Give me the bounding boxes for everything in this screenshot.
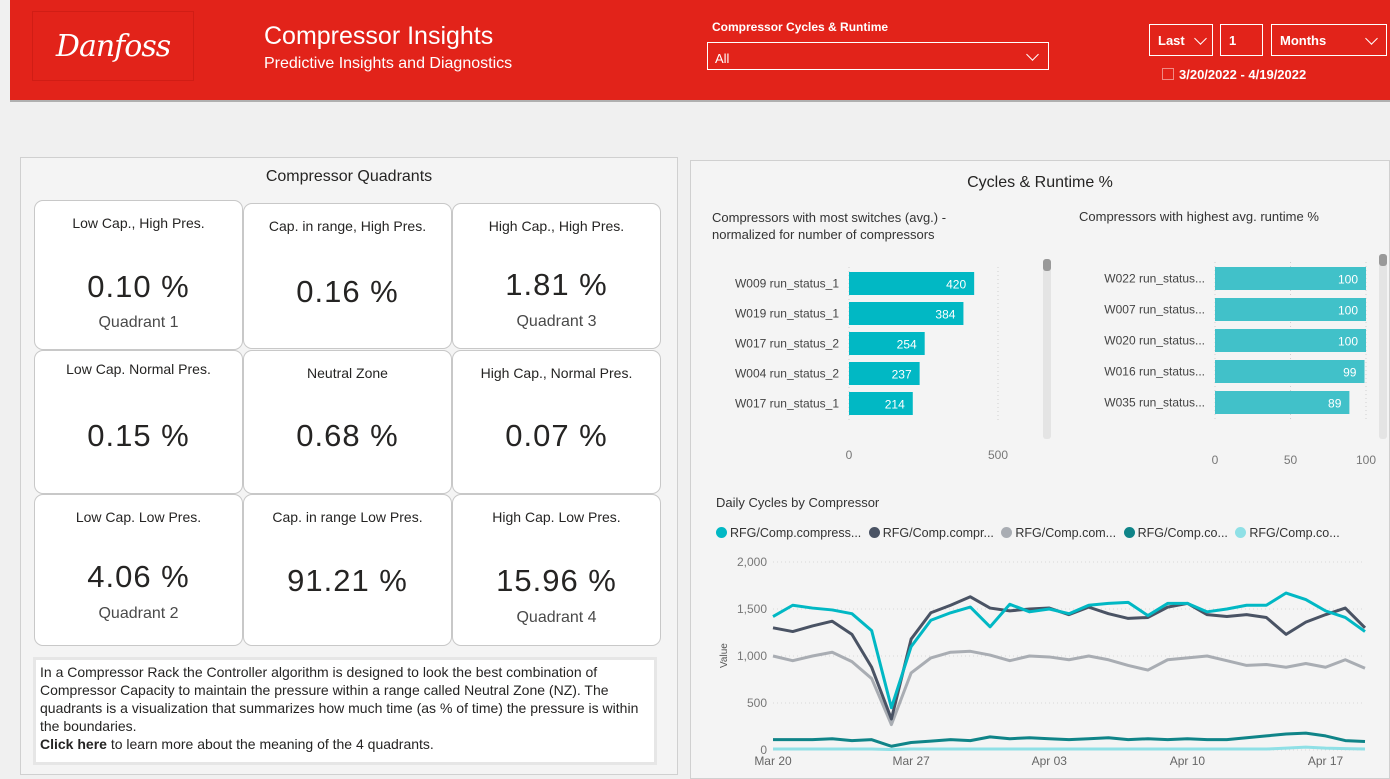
x-tick-label: Apr 17 <box>1308 754 1344 768</box>
series-line <box>773 731 1366 748</box>
bar-value-label: 420 <box>946 278 966 292</box>
quadrant-card-3[interactable]: High Cap., High Pres. 1.81 % Quadrant 3 <box>452 203 661 349</box>
category-label: W019 run_status_1 <box>735 307 839 321</box>
bar-value-label: 89 <box>1328 397 1342 411</box>
y-axis-label: Value <box>719 643 730 668</box>
bar <box>1215 360 1365 383</box>
category-label: W022 run_status... <box>1104 272 1205 286</box>
runtime-chart-title: Compressors with highest avg. runtime % <box>1079 209 1319 224</box>
x-tick-label: 0 <box>1212 453 1219 467</box>
x-tick-label: 0 <box>846 448 853 462</box>
category-label: W020 run_status... <box>1104 334 1205 348</box>
x-tick-label: 500 <box>988 448 1008 462</box>
quadrants-title: Compressor Quadrants <box>265 168 433 185</box>
y-tick-label: 2,000 <box>737 555 767 569</box>
bar-value-label: 100 <box>1338 273 1358 287</box>
quadrant-card-7[interactable]: Low Cap. Low Pres. 4.06 % Quadrant 2 <box>34 494 243 646</box>
date-count-input[interactable]: 1 <box>1220 24 1263 56</box>
category-label: W035 run_status... <box>1104 396 1205 410</box>
bar-value-label: 214 <box>885 398 905 412</box>
scrollbar-track <box>1379 254 1387 439</box>
bar-value-label: 99 <box>1343 366 1357 380</box>
quadrant-card-9[interactable]: High Cap. Low Pres. 15.96 % Quadrant 4 <box>452 494 661 646</box>
y-tick-label: 1,500 <box>737 602 767 616</box>
bar-value-label: 237 <box>892 368 912 382</box>
report-header: Danfoss Compressor Insights Predictive I… <box>10 0 1390 102</box>
chevron-down-icon <box>1026 48 1039 61</box>
y-tick-label: 1,000 <box>737 649 767 663</box>
chevron-down-icon <box>1365 32 1378 45</box>
compressor-filter-label: Compressor Cycles & Runtime <box>712 20 889 34</box>
switches-bar-chart: 0 500 W009 run_status_1 420 W019 run_status_… <box>735 259 1051 462</box>
scrollbar-thumb <box>1379 254 1387 266</box>
danfoss-logo: Danfoss <box>32 11 194 81</box>
bar-value-label: 100 <box>1338 335 1358 349</box>
category-label: W004 run_status_2 <box>735 367 839 381</box>
page-title: Compressor Insights <box>264 22 494 50</box>
quadrants-description: In a Compressor Rack the Controller algo… <box>33 657 657 765</box>
quadrant-card-4[interactable]: Low Cap. Normal Pres. 0.15 % <box>34 350 243 494</box>
daily-cycles-legend: RFG/Comp.compress... RFG/Comp.compr... R… <box>716 526 1344 540</box>
daily-cycles-line-chart: 05001,0001,5002,000ValueMar 20 Mar 27 Apr … <box>719 555 1367 768</box>
x-tick-label: Apr 03 <box>1032 754 1068 768</box>
legend-item[interactable]: RFG/Comp.com... <box>1001 526 1116 540</box>
scrollbar-track <box>1043 259 1051 439</box>
category-label: W009 run_status_1 <box>735 277 839 291</box>
legend-item[interactable]: RFG/Comp.co... <box>1235 526 1340 540</box>
quadrant-card-5[interactable]: Neutral Zone 0.68 % <box>243 350 452 494</box>
legend-item[interactable]: RFG/Comp.co... <box>1123 526 1228 540</box>
x-tick-label: Apr 10 <box>1170 754 1206 768</box>
learn-more-link[interactable]: Click here <box>40 736 107 752</box>
compressor-filter-value: All <box>715 51 730 66</box>
runtime-bar-chart: 0 50 100 W022 run_status... 100 W007 run_stat… <box>1104 254 1387 467</box>
bar-value-label: 254 <box>897 338 917 352</box>
bar-value-label: 384 <box>935 308 955 322</box>
legend-item[interactable]: RFG/Comp.compr... <box>868 526 994 540</box>
chevron-down-icon <box>1194 32 1207 45</box>
x-tick-label: 100 <box>1356 453 1376 467</box>
date-relative-dropdown[interactable]: Last <box>1149 24 1213 56</box>
category-label: W017 run_status_1 <box>735 397 839 411</box>
category-label: W016 run_status... <box>1104 365 1205 379</box>
series-line <box>773 745 1366 752</box>
quadrant-card-1[interactable]: Low Cap., High Pres. 0.10 % Quadrant 1 <box>34 200 243 350</box>
category-label: W017 run_status_2 <box>735 337 839 351</box>
y-tick-label: 500 <box>747 696 767 710</box>
x-tick-label: Mar 27 <box>892 754 930 768</box>
x-tick-label: 50 <box>1284 453 1298 467</box>
date-unit-dropdown[interactable]: Months <box>1271 24 1387 56</box>
compressor-filter-dropdown[interactable]: All <box>707 42 1049 70</box>
date-range-text: 3/20/2022 - 4/19/2022 <box>1162 67 1306 82</box>
quadrant-card-8[interactable]: Cap. in range Low Pres. 91.21 % <box>243 494 452 646</box>
cycles-title: Cycles & Runtime % <box>967 174 1113 191</box>
quadrant-card-2[interactable]: Cap. in range, High Pres. 0.16 % <box>243 203 452 349</box>
legend-item[interactable]: RFG/Comp.compress... <box>716 526 861 540</box>
daily-cycles-title: Daily Cycles by Compressor <box>716 495 880 510</box>
category-label: W007 run_status... <box>1104 303 1205 317</box>
series-line <box>772 649 1366 727</box>
quadrant-card-6[interactable]: High Cap., Normal Pres. 0.07 % <box>452 350 661 494</box>
switches-chart-title: Compressors with most switches (avg.) - … <box>712 210 947 242</box>
scrollbar-thumb <box>1043 259 1051 271</box>
page-subtitle: Predictive Insights and Diagnostics <box>264 55 513 72</box>
calendar-icon <box>1162 68 1174 80</box>
x-tick-label: Mar 20 <box>754 754 792 768</box>
bar-value-label: 100 <box>1338 304 1358 318</box>
